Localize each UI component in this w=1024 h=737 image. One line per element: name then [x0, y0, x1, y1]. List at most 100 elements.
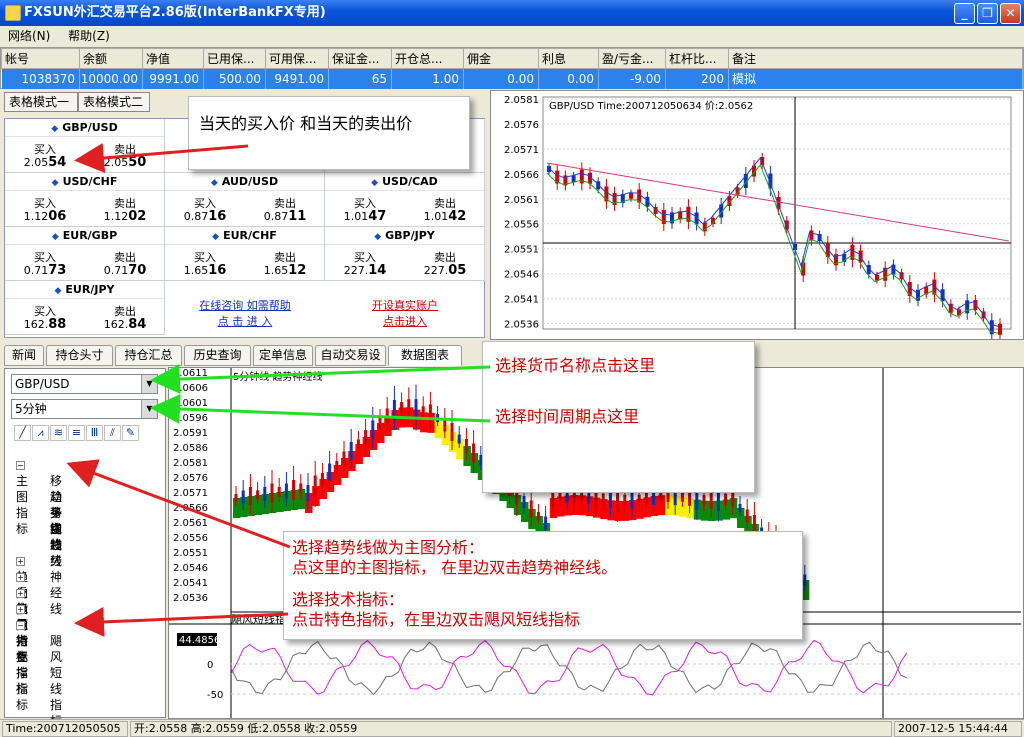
chevron-down-icon[interactable]: ▼ — [141, 375, 157, 393]
main-y-tick: 2.0596 — [173, 413, 208, 424]
account-cell[interactable]: 模拟 — [728, 68, 1023, 89]
sell-price[interactable]: 0.7170 — [85, 263, 165, 278]
sell-price[interactable]: 2.0550 — [85, 155, 165, 170]
tab-2[interactable]: 持仓汇总 — [115, 345, 182, 366]
quote-cell[interactable]: ◆ EUR/CHF 买入 卖出 1.6516 1.6512 — [165, 227, 325, 281]
quote-pair: ◆ EUR/JPY — [5, 281, 164, 299]
close-button[interactable]: ✕ — [1000, 3, 1021, 24]
account-cell[interactable]: 200 — [665, 68, 729, 89]
account-col-header[interactable]: 盈/亏金... — [598, 48, 666, 69]
channel-tool-icon[interactable]: ⫽ — [104, 425, 121, 441]
account-cell[interactable]: 500.00 — [203, 68, 266, 89]
sell-price[interactable]: 162.84 — [85, 317, 165, 332]
account-col-header[interactable]: 帐号 — [1, 48, 80, 69]
tree-item[interactable]: − 主图指标 — [16, 457, 29, 537]
menu-network[interactable]: 网络(N) — [2, 26, 56, 46]
quote-cell[interactable]: ◆ EUR/JPY 买入 卖出 162.88 162.84 — [5, 281, 165, 335]
tree-item[interactable]: 飓风短线指标 — [50, 633, 62, 729]
mini-candle — [998, 323, 1002, 335]
account-cell[interactable]: 1038370 — [1, 68, 80, 89]
account-col-header[interactable]: 利息 — [538, 48, 599, 69]
view-tab-1[interactable]: 表格模式一 — [4, 92, 78, 112]
account-col-header[interactable]: 可用保... — [265, 48, 329, 69]
quote-cell[interactable]: ◆ GBP/JPY 买入 卖出 227.14 227.05 — [325, 227, 485, 281]
indicator-line-magenta — [230, 639, 908, 696]
collapse-icon[interactable]: − — [16, 461, 25, 470]
sell-price[interactable]: 1.1202 — [85, 209, 165, 224]
buy-price[interactable]: 0.7173 — [5, 263, 85, 278]
period-select[interactable]: 5分钟 ▼ — [11, 399, 158, 419]
tab-1[interactable]: 持仓头寸 — [46, 345, 113, 366]
quote-cell[interactable]: ◆ GBP/USD 买入 卖出 2.0554 2.0550 — [5, 119, 165, 173]
open-account-link[interactable]: 开设真实账户 点击进入 — [325, 297, 485, 329]
account-cell[interactable]: 65 — [328, 68, 392, 89]
account-col-header[interactable]: 净值 — [142, 48, 204, 69]
quote-cell[interactable]: ◆ EUR/GBP 买入 卖出 0.7173 0.7170 — [5, 227, 165, 281]
collapse-icon[interactable]: − — [16, 621, 25, 630]
bottom-tab-bar: 新闻持仓头寸持仓汇总历史查询定单信息自动交易设置数据图表 — [0, 345, 475, 381]
tree-item[interactable]: − 特色指标 — [16, 617, 29, 697]
main-y-tick: 2.0586 — [173, 443, 208, 454]
fan-tool-icon[interactable]: ⩘ — [32, 425, 49, 441]
line-tool-icon[interactable]: ╱ — [14, 425, 31, 441]
buy-price[interactable]: 0.8716 — [165, 209, 245, 224]
account-col-header[interactable]: 备注 — [728, 48, 1023, 69]
sell-price[interactable]: 1.6512 — [245, 263, 325, 278]
account-col-header[interactable]: 已用保... — [203, 48, 266, 69]
tree-item-label: 趋势神经线 — [50, 538, 63, 616]
tab-4[interactable]: 定单信息 — [253, 345, 313, 366]
quote-cell[interactable]: ◆ USD/CHF 买入 卖出 1.1206 1.1202 — [5, 173, 165, 227]
buy-price[interactable]: 162.88 — [5, 317, 85, 332]
eraser-icon[interactable]: ✎ — [122, 425, 139, 441]
quote-cell[interactable]: ◆ USD/CAD 买入 卖出 1.0147 1.0142 — [325, 173, 485, 227]
account-cell[interactable]: -9.00 — [598, 68, 666, 89]
account-col-header[interactable]: 杠杆比... — [665, 48, 729, 69]
online-help-link[interactable]: 在线咨询 如需帮助点 击 进 入 — [165, 297, 325, 329]
account-col-header[interactable]: 佣金 — [463, 48, 539, 69]
account-cell[interactable]: 9991.00 — [142, 68, 204, 89]
sell-price-prefix: 0.71 — [103, 264, 129, 277]
expand-icon[interactable]: + — [16, 589, 25, 598]
account-cell[interactable]: 1.00 — [391, 68, 464, 89]
buy-price-pips: 14 — [368, 263, 387, 278]
minimize-button[interactable]: _ — [954, 3, 975, 24]
tab-0[interactable]: 新闻 — [4, 345, 44, 366]
account-col-header[interactable]: 开仓总... — [391, 48, 464, 69]
tab-3[interactable]: 历史查询 — [184, 345, 251, 366]
tab-6[interactable]: 数据图表 — [388, 345, 462, 366]
account-cell[interactable]: 0.00 — [538, 68, 599, 89]
sell-price[interactable]: 227.05 — [405, 263, 485, 278]
account-cell[interactable]: 10000.00 — [79, 68, 143, 89]
fib-retrace-icon[interactable]: ≡ — [68, 425, 85, 441]
sell-price[interactable]: 1.0142 — [405, 209, 485, 224]
cycle-lines-icon[interactable]: Ⅲ — [86, 425, 103, 441]
mini-price-chart[interactable]: 2.0581 2.0576 2.0571 2.0566 2.0561 2.0556 2.05… — [490, 90, 1024, 342]
expand-icon[interactable]: + — [16, 557, 25, 566]
chevron-down-icon[interactable]: ▼ — [141, 400, 157, 418]
diamond-icon: ◆ — [51, 124, 59, 134]
menu-help[interactable]: 帮助(Z) — [62, 26, 116, 46]
buy-price[interactable]: 1.1206 — [5, 209, 85, 224]
expand-icon[interactable]: + — [16, 605, 25, 614]
buy-price[interactable]: 1.0147 — [325, 209, 405, 224]
account-cell[interactable]: 0.00 — [463, 68, 539, 89]
main-candle — [738, 504, 742, 512]
buy-price[interactable]: 1.6516 — [165, 263, 245, 278]
tree-item[interactable]: 趋势神经线 — [50, 537, 62, 617]
account-col-header[interactable]: 保证金... — [328, 48, 392, 69]
symbol-select[interactable]: GBP/USD ▼ — [11, 374, 158, 394]
maximize-button[interactable]: ❐ — [977, 3, 998, 24]
buy-price[interactable]: 227.14 — [325, 263, 405, 278]
view-tab-2[interactable]: 表格模式二 — [78, 92, 150, 112]
account-col-header[interactable]: 余额 — [79, 48, 143, 69]
sell-price[interactable]: 0.8711 — [245, 209, 325, 224]
quote-cell[interactable]: ◆ AUD/USD 买入 卖出 0.8716 0.8711 — [165, 173, 325, 227]
main-candle — [263, 487, 267, 501]
buy-price[interactable]: 2.0554 — [5, 155, 85, 170]
expand-icon[interactable]: + — [16, 573, 25, 582]
sell-price-prefix: 2.05 — [103, 156, 129, 169]
gann-fan-icon[interactable]: ≋ — [50, 425, 67, 441]
status-time: Time:200712050505 — [2, 721, 128, 737]
account-cell[interactable]: 9491.00 — [265, 68, 329, 89]
tab-5[interactable]: 自动交易设置 — [315, 345, 386, 381]
